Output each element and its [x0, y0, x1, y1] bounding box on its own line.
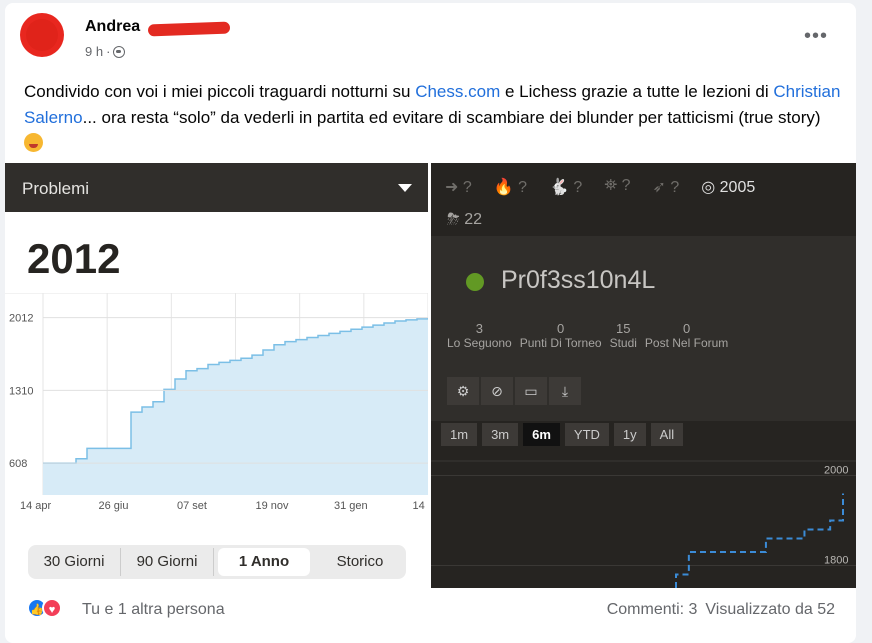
storm-value: 22	[464, 211, 483, 228]
text-part-2: e Lichess grazie a tutte le lezioni di	[500, 82, 774, 101]
author-avatar[interactable]	[20, 13, 64, 57]
range-tab[interactable]: 30 Giorni	[28, 548, 121, 576]
post-time[interactable]: 9 h	[85, 44, 103, 59]
chart-ranges: 1m 3m 6m YTD 1y All	[441, 423, 684, 446]
y-tick-label: 1310	[9, 385, 33, 397]
rating-chart: 2012 1310 608 14 apr 26 giu 07 set 19 nov 31 ge…	[5, 293, 429, 512]
tv-icon[interactable]: ▭	[515, 377, 547, 405]
lichess-rating-chart: 2000 1800	[431, 460, 856, 588]
rating-stat-value: ?	[518, 179, 528, 196]
meta-separator: ·	[106, 44, 111, 59]
profile-count[interactable]: 0 Post Nel Forum	[645, 321, 728, 350]
dropdown-caret-icon	[398, 184, 412, 192]
download-icon[interactable]: ⤓	[549, 377, 581, 405]
x-tick-label: 19 nov	[256, 500, 290, 512]
variant-icon: 🔥	[493, 179, 519, 196]
count-value: 15	[616, 321, 631, 336]
rating-stat[interactable]: ◎ 2005	[701, 177, 755, 197]
variant-icon: ➜	[445, 179, 463, 196]
rating-stat[interactable]: 🐇 ?	[549, 177, 582, 197]
count-value: 3	[475, 321, 483, 336]
variant-icon: ◎	[701, 179, 720, 196]
rating-stat[interactable]: 🔥 ?	[494, 177, 527, 197]
storm-icon: ⛈	[447, 211, 460, 228]
views-count[interactable]: Visualizzato da 52	[705, 601, 835, 619]
post-text: Condivido con voi i miei piccoli traguar…	[24, 79, 844, 157]
username: Pr0f3ss10n4L	[501, 266, 656, 294]
comments-count[interactable]: Commenti: 3	[607, 601, 698, 619]
post-card: Andrea 9 h · ••• Condivido con voi i mie…	[5, 3, 856, 643]
author-name[interactable]: Andrea	[85, 18, 140, 36]
post-meta: 9 h ·	[85, 44, 126, 59]
audience-icon[interactable]	[113, 45, 126, 58]
reaction-icons[interactable]: 👍 ♥	[27, 598, 62, 618]
x-tick-label: 31 gen	[334, 500, 368, 512]
footer-right: Commenti: 3 Visualizzato da 52	[607, 601, 835, 619]
chesscom-screenshot[interactable]: Problemi 2012 2012 1310 608 14 apr 26 giu 07 …	[5, 163, 428, 588]
online-status-icon	[466, 273, 484, 291]
y-tick-label: 2000	[824, 465, 848, 477]
count-label: Lo Seguono	[447, 336, 512, 350]
count-value: 0	[682, 321, 691, 336]
profile-count[interactable]: 3 Lo Seguono	[447, 321, 512, 350]
profile-count[interactable]: 15 Studi	[610, 321, 637, 350]
post-header: Andrea 9 h · •••	[5, 3, 856, 63]
range-tabs: 30 Giorni 90 Giorni 1 Anno Storico	[28, 545, 406, 579]
range-button[interactable]: 1m	[441, 423, 478, 446]
variant-icon: 🐇	[549, 179, 574, 196]
text-part-1: Condivido con voi i miei piccoli traguar…	[24, 82, 416, 101]
profile-count[interactable]: 0 Punti Di Torneo	[520, 321, 602, 350]
rating-stat[interactable]: ➶ ?	[652, 177, 679, 197]
x-tick-label: 14 apr	[413, 500, 429, 512]
rating-stat-value: ?	[621, 177, 631, 194]
y-tick-label: 1800	[824, 555, 848, 567]
variant-icon: ➶	[652, 179, 671, 196]
range-button[interactable]: 6m	[523, 423, 560, 446]
range-tab[interactable]: 90 Giorni	[121, 548, 214, 576]
love-reaction-icon: ♥	[42, 598, 62, 618]
variant-icon: ⛯	[604, 177, 622, 194]
count-label: Studi	[609, 336, 637, 350]
profile-counts: 3 Lo Seguono 0 Punti Di Torneo 15 Studi 0 Post …	[447, 321, 728, 350]
profile-panel: Pr0f3ss10n4L 3 Lo Seguono 0 Punti Di Torneo…	[431, 236, 856, 421]
puzzle-rating: 2012	[27, 235, 121, 282]
range-tab[interactable]: 1 Anno	[218, 548, 310, 576]
laughing-emoji-icon	[24, 133, 43, 152]
rating-stat-value: ?	[573, 179, 583, 196]
puzzles-header: Problemi	[5, 163, 428, 212]
x-tick-label: 26 giu	[99, 500, 129, 512]
profile-tools: ⚙ ⊘ ▭ ⤓	[447, 377, 581, 405]
puzzles-title: Problemi	[22, 179, 90, 198]
reactions-summary[interactable]: Tu e 1 altra persona	[82, 601, 225, 619]
rating-stats-row: ➜ ? 🔥 ? 🐇 ? ⛯ ? ➶ ? ◎ 2005	[445, 177, 856, 197]
range-button[interactable]: 3m	[482, 423, 519, 446]
range-tab[interactable]: Storico	[314, 548, 406, 576]
range-button[interactable]: YTD	[564, 423, 609, 446]
gear-icon[interactable]: ⚙	[447, 377, 479, 405]
post-footer: 👍 ♥ Tu e 1 altra persona Commenti: 3 Vis…	[5, 596, 856, 626]
range-button[interactable]: 1y	[613, 423, 646, 446]
y-tick-label: 2012	[9, 313, 33, 325]
rating-stat-value: ?	[462, 179, 472, 196]
text-part-3: ... ora resta “solo” da vederli in parti…	[82, 108, 821, 127]
link-chess[interactable]: Chess.com	[415, 82, 500, 101]
redaction-mark	[147, 21, 231, 37]
rating-stat-value: 2005	[719, 179, 756, 196]
rating-stat[interactable]: ⛯ ?	[604, 177, 630, 197]
storm-stat: ⛈ 22	[447, 211, 482, 229]
lichess-screenshot[interactable]: ➜ ? 🔥 ? 🐇 ? ⛯ ? ➶ ? ◎ 2005 ⛈ 22 Pr0f3ss10n4L …	[431, 163, 856, 588]
count-value: 0	[557, 321, 565, 336]
x-tick-label: 07 set	[177, 500, 207, 512]
more-options-button[interactable]: •••	[804, 25, 828, 48]
rating-line	[675, 493, 844, 588]
rating-stat[interactable]: ➜ ?	[445, 177, 472, 197]
block-icon[interactable]: ⊘	[481, 377, 513, 405]
count-label: Post Nel Forum	[644, 336, 729, 350]
y-tick-label: 608	[9, 458, 27, 470]
rating-stat-value: ?	[670, 179, 680, 196]
range-button[interactable]: All	[650, 423, 684, 446]
x-tick-label: 14 apr	[20, 500, 52, 512]
count-label: Punti Di Torneo	[519, 336, 602, 350]
